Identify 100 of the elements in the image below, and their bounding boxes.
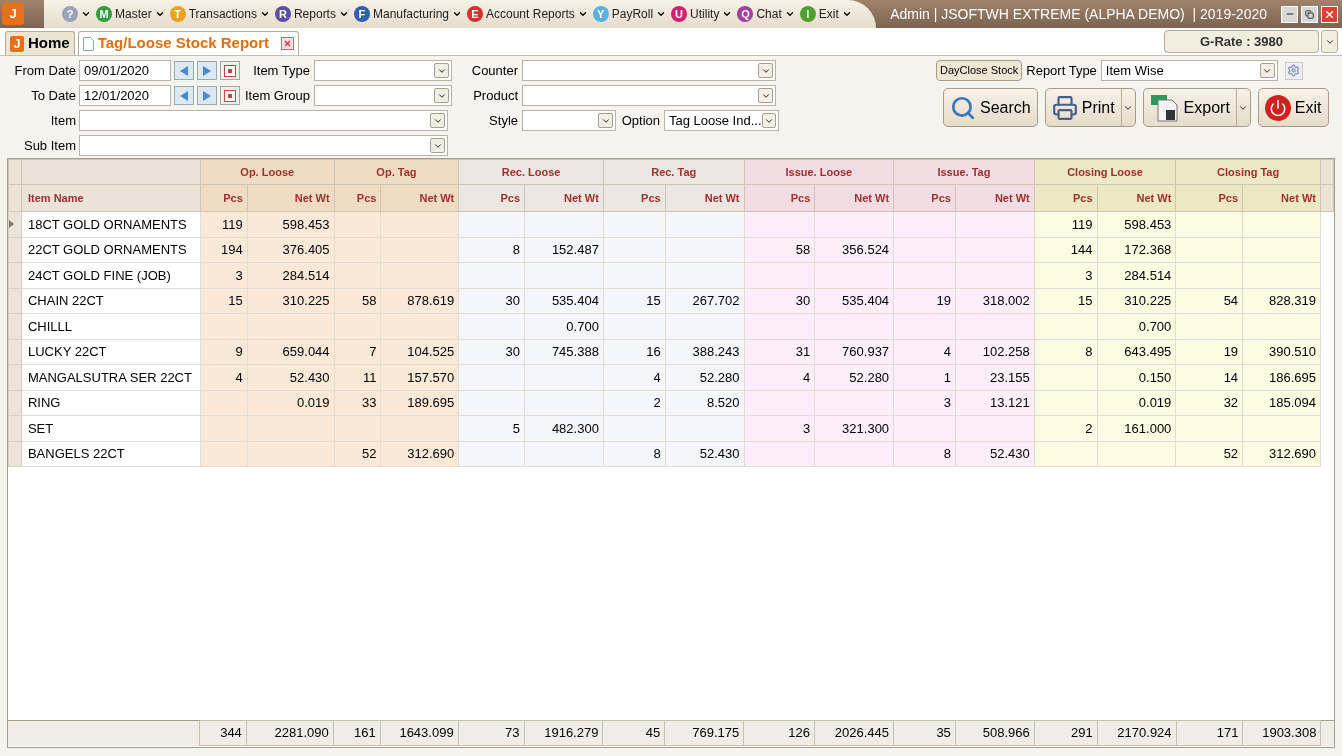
calendar-icon[interactable] [220, 61, 240, 80]
dropdown-icon[interactable] [1321, 30, 1338, 53]
group-header: Closing Loose [1067, 166, 1143, 179]
table-cell: 0.700 [1138, 318, 1172, 334]
table-cell: 23.155 [989, 369, 1030, 385]
table-cell: 376.405 [282, 242, 330, 257]
menu-item[interactable]: Y PayRoll [592, 5, 667, 23]
table-cell: 312.690 [1268, 446, 1316, 461]
menu-item[interactable]: U Utility [671, 5, 733, 23]
table-cell: 3 [235, 267, 243, 283]
field-label: Style [488, 111, 518, 130]
table-cell: 15 [646, 293, 661, 308]
table-cell: 119 [222, 216, 243, 232]
menu-item[interactable]: M Master [96, 5, 165, 23]
column-header: Pcs [500, 192, 521, 205]
spreadsheet-icon [1149, 93, 1180, 122]
item-type-combo[interactable] [314, 60, 452, 81]
menu-badge-icon: I [799, 6, 816, 22]
table-cell: 388.243 [692, 344, 740, 359]
field-label: To Date [30, 86, 76, 105]
menu-item[interactable]: T Transactions [169, 5, 270, 23]
table-cell: 0.019 [1138, 395, 1172, 410]
table-cell: 8.520 [706, 395, 740, 410]
product-combo[interactable] [522, 85, 776, 106]
style-combo[interactable] [522, 110, 616, 131]
menu-item[interactable]: I Exit [799, 5, 852, 23]
column-header: Pcs [1218, 192, 1239, 205]
table-cell: 3 [943, 395, 951, 410]
table-cell: 52.430 [989, 446, 1030, 461]
item-combo[interactable] [79, 110, 448, 131]
row-header[interactable] [8, 211, 22, 237]
next-icon[interactable] [197, 86, 217, 105]
menu-badge-icon: F [353, 6, 370, 22]
column-header: Net Wt [704, 192, 740, 205]
calendar-icon[interactable] [220, 86, 240, 105]
total-cell: 1916.279 [544, 725, 599, 741]
total-cell: 291 [1070, 725, 1093, 741]
column-header: Pcs [931, 192, 951, 205]
table-cell: 52.280 [699, 369, 740, 385]
settings-icon[interactable] [1284, 61, 1303, 80]
table-cell: 7 [369, 344, 377, 359]
caret-icon [452, 9, 462, 19]
exit-button[interactable]: Exit [1257, 88, 1329, 127]
table-cell: 535.404 [842, 293, 890, 308]
table-cell: 4 [943, 344, 951, 359]
date-field[interactable]: 12/01/2020 [79, 85, 171, 106]
item-group-combo[interactable] [314, 85, 452, 106]
search-button[interactable]: Search [943, 88, 1038, 127]
table-cell: 598.453 [1124, 216, 1172, 232]
table-cell: 482.300 [551, 420, 599, 436]
table-cell: 0.150 [1138, 369, 1172, 385]
dropdown-icon [758, 88, 773, 103]
table-cell: 9 [235, 344, 243, 359]
table-cell: 52.430 [289, 369, 330, 385]
counter-combo[interactable] [522, 60, 776, 81]
item-name: SET [27, 420, 54, 436]
total-cell: 126 [788, 725, 811, 741]
caret-icon [338, 9, 349, 19]
table-cell: 102.258 [982, 344, 1030, 359]
column-header: Pcs [223, 192, 243, 205]
table-cell: 390.510 [1268, 344, 1316, 359]
column-header: Pcs [790, 192, 811, 205]
print-button[interactable]: Print [1044, 88, 1136, 127]
total-cell: 35 [936, 725, 951, 741]
restore-button[interactable] [1301, 5, 1318, 23]
close-button[interactable] [1321, 5, 1338, 23]
previous-icon[interactable] [174, 61, 194, 80]
table-cell: 318.002 [982, 293, 1030, 308]
report-type-combo[interactable]: Item Wise [1100, 60, 1278, 81]
tab[interactable]: J Home [5, 31, 75, 55]
field-label: Item Type [252, 61, 310, 80]
column-header: Net Wt [1281, 192, 1316, 205]
magnifier-icon [950, 94, 976, 121]
close-tab-icon[interactable] [281, 37, 295, 50]
table-cell: 535.404 [551, 293, 599, 308]
menu-item[interactable]: R Reports [274, 5, 349, 23]
next-icon[interactable] [197, 61, 217, 80]
column-header: Pcs [356, 192, 377, 205]
option-combo[interactable]: Tag Loose Ind... [664, 110, 779, 131]
table-cell: 185.094 [1268, 395, 1316, 410]
menu-item[interactable]: E Account Reports [467, 5, 588, 23]
table-cell: 598.453 [282, 216, 330, 232]
previous-icon[interactable] [174, 86, 194, 105]
minimize-button[interactable] [1281, 5, 1298, 23]
table-cell: 194 [221, 242, 243, 257]
caret-icon [81, 9, 91, 19]
date-field[interactable]: 09/01/2020 [79, 60, 171, 81]
column-header: Net Wt [564, 192, 599, 205]
home-badge-icon: J [10, 35, 24, 52]
total-cell: 344 [220, 725, 242, 741]
rate-display[interactable]: G-Rate : 3980 [1164, 30, 1319, 53]
field-label: Report Type [1026, 61, 1097, 80]
export-button[interactable]: Export [1142, 88, 1251, 127]
menu-item[interactable]: F Manufacturing [353, 5, 462, 23]
close-icon [1324, 8, 1335, 20]
day-close-stock-button[interactable]: DayClose Stock [936, 60, 1023, 81]
caret-icon [784, 9, 795, 19]
item-name: LUCKY 22CT [27, 344, 107, 359]
sub-item-combo[interactable] [79, 135, 448, 156]
menu-item[interactable]: Q Chat [737, 5, 795, 23]
